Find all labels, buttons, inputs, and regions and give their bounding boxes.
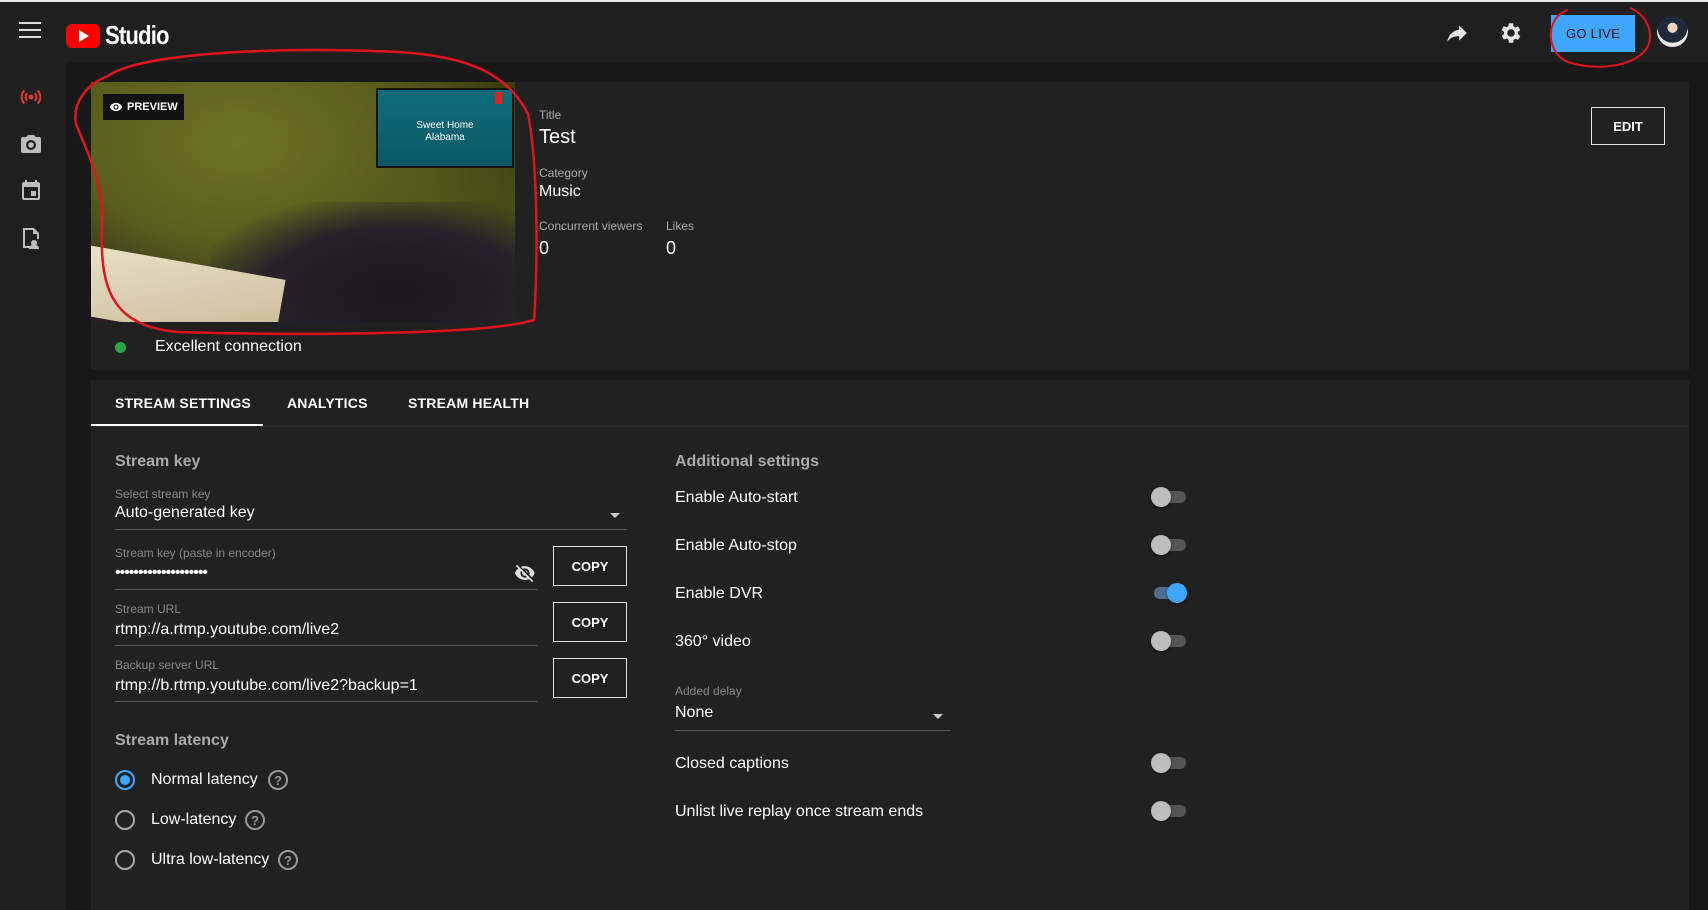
stream-url-label: Stream URL [115, 602, 182, 616]
connection-status: Excellent connection [155, 338, 302, 355]
calendar-icon[interactable] [19, 179, 43, 203]
eye-icon [109, 102, 123, 112]
stream-title: Test [539, 126, 576, 148]
360-video-label: 360° video [675, 633, 751, 650]
normal-latency-label[interactable]: Normal latency [151, 771, 258, 789]
auto-stop-label: Enable Auto-stop [675, 537, 797, 554]
tab-stream-health[interactable]: STREAM HEALTH [408, 395, 529, 411]
dvr-toggle[interactable] [1151, 583, 1187, 603]
backup-url-field[interactable]: rtmp://b.rtmp.youtube.com/live2?backup=1 [115, 677, 418, 695]
avatar[interactable] [1657, 16, 1688, 47]
overlay-text: Sweet Home Alabama [378, 120, 512, 144]
360-video-toggle[interactable] [1151, 631, 1187, 651]
radio-low-latency[interactable] [115, 810, 135, 830]
help-icon[interactable]: ? [245, 810, 265, 830]
logo-text: Studio [105, 20, 169, 50]
share-icon[interactable] [1444, 20, 1470, 46]
stream-key-field[interactable]: •••••••••••••••••••• [115, 564, 208, 582]
manage-streams-icon[interactable] [19, 226, 43, 250]
auto-start-toggle[interactable] [1151, 487, 1187, 507]
backup-url-label: Backup server URL [115, 658, 220, 672]
added-delay-value[interactable]: None [675, 704, 713, 722]
select-stream-key-value[interactable]: Auto-generated key [115, 504, 255, 522]
stream-url-field[interactable]: rtmp://a.rtmp.youtube.com/live2 [115, 621, 339, 639]
top-bar: Studio GO LIVE [0, 0, 1708, 62]
overlay-marker [495, 92, 502, 104]
low-latency-label[interactable]: Low-latency [151, 811, 236, 829]
viewers-label: Concurrent viewers [539, 219, 643, 233]
left-rail [0, 62, 66, 910]
viewers-count: 0 [539, 238, 550, 258]
auto-stop-toggle[interactable] [1151, 535, 1187, 555]
added-delay-underline [675, 730, 951, 731]
stream-latency-heading: Stream latency [115, 732, 229, 749]
closed-captions-label: Closed captions [675, 755, 789, 772]
likes-label: Likes [666, 219, 695, 233]
preview-overlay-window: Sweet Home Alabama [376, 88, 514, 168]
stream-url-underline [115, 645, 537, 646]
copy-stream-url-button[interactable]: COPY [553, 602, 627, 642]
closed-captions-toggle[interactable] [1151, 753, 1187, 773]
overlay-text-line1: Sweet Home [416, 120, 474, 131]
studio-logo[interactable]: Studio [66, 20, 180, 51]
title-label: Title [539, 108, 562, 122]
visibility-off-icon[interactable] [514, 562, 536, 584]
ultra-low-latency-label[interactable]: Ultra low-latency [151, 851, 269, 869]
help-icon[interactable]: ? [268, 770, 288, 790]
stream-key-label: Stream key (paste in encoder) [115, 546, 276, 560]
stream-key-heading: Stream key [115, 453, 201, 470]
settings-gear-icon[interactable] [1498, 20, 1524, 46]
unlist-replay-label: Unlist live replay once stream ends [675, 803, 924, 820]
stream-preview[interactable]: Sweet Home Alabama PREVIEW [91, 82, 515, 322]
unlist-replay-toggle[interactable] [1151, 801, 1187, 821]
stream-category: Music [539, 183, 581, 200]
copy-backup-url-button[interactable]: COPY [553, 658, 627, 698]
dvr-label: Enable DVR [675, 585, 764, 602]
preview-badge-label: PREVIEW [127, 101, 178, 113]
dropdown-caret-icon[interactable] [610, 513, 620, 518]
added-delay-label: Added delay [675, 684, 742, 698]
tab-analytics[interactable]: ANALYTICS [287, 395, 368, 411]
menu-icon[interactable] [19, 22, 41, 40]
select-stream-key-underline [115, 529, 627, 530]
radio-normal-latency[interactable] [115, 770, 135, 790]
overlay-text-line2: Alabama [425, 132, 465, 143]
additional-settings-heading: Additional settings [675, 453, 819, 470]
likes-count: 0 [666, 238, 677, 258]
tab-stream-settings[interactable]: STREAM SETTINGS [115, 395, 251, 411]
edit-button[interactable]: EDIT [1591, 107, 1665, 145]
category-label: Category [539, 166, 588, 180]
tab-divider [91, 426, 1689, 427]
select-stream-key-label: Select stream key [115, 487, 211, 501]
copy-stream-key-button[interactable]: COPY [553, 546, 627, 586]
stream-key-underline [115, 589, 537, 590]
radio-ultra-low-latency[interactable] [115, 850, 135, 870]
camera-icon[interactable] [19, 132, 43, 156]
dropdown-caret-icon[interactable] [933, 714, 943, 719]
youtube-logo-icon [66, 23, 100, 48]
connection-status-dot [115, 342, 126, 353]
auto-start-label: Enable Auto-start [675, 489, 798, 506]
backup-url-underline [115, 701, 537, 702]
live-broadcast-icon[interactable] [19, 85, 43, 109]
preview-badge: PREVIEW [103, 94, 184, 120]
help-icon[interactable]: ? [278, 850, 298, 870]
go-live-button[interactable]: GO LIVE [1551, 15, 1635, 52]
